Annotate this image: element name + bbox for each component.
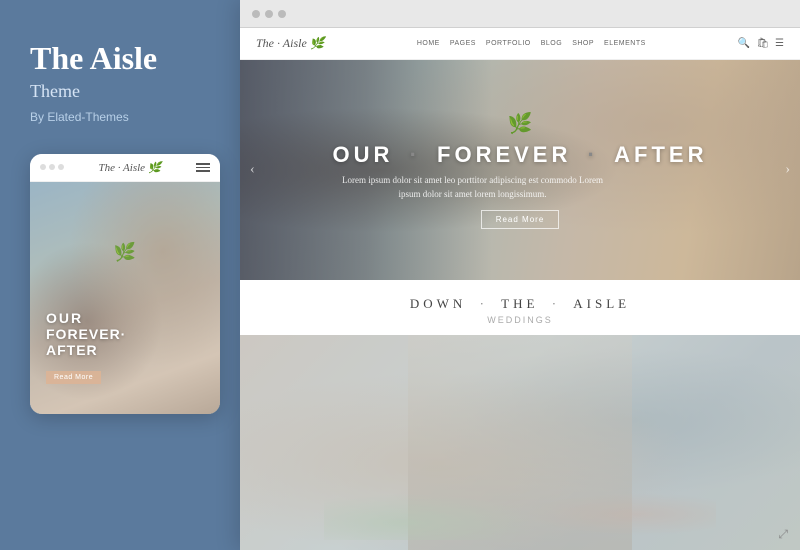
next-arrow-icon[interactable]: › xyxy=(785,162,790,178)
desktop-dots xyxy=(252,10,286,18)
nav-link-home[interactable]: HOME xyxy=(417,40,440,47)
desktop-dot-3 xyxy=(278,10,286,18)
hero-line-2: FOREVER· xyxy=(46,326,220,342)
mobile-logo: The · Aisle 🌿 xyxy=(99,161,162,174)
desktop-nav-links: HOME PAGES PORTFOLIO BLOG SHOP ELEMENTS xyxy=(417,40,646,47)
desktop-nav-icons: 🔍 🛍 ☰ xyxy=(738,38,784,49)
nav-link-pages[interactable]: PAGES xyxy=(450,40,476,47)
desktop-section-header: DOWN · THE · AISLE Weddings xyxy=(240,280,800,335)
desktop-hero: ‹ 🌿 OUR · FOREVER · AFTER Lorem ipsum do… xyxy=(240,60,800,280)
hero-line-3: AFTER xyxy=(46,342,220,358)
menu-line xyxy=(196,167,210,169)
menu-icon[interactable]: ☰ xyxy=(775,38,784,49)
section-title-aisle: AISLE xyxy=(573,296,630,311)
subtitle-text: Theme xyxy=(30,81,210,102)
mobile-read-more-button[interactable]: Read More xyxy=(46,371,101,384)
leaf-icon: 🌿 xyxy=(114,242,136,263)
desktop-hero-title: OUR · FOREVER · AFTER xyxy=(333,142,708,168)
section-title-the: THE xyxy=(501,296,538,311)
gallery-flowers xyxy=(324,454,716,540)
hero-title-forever: FOREVER xyxy=(437,142,571,167)
dot-1 xyxy=(40,164,46,170)
hero-line-1: OUR xyxy=(46,310,220,326)
search-icon[interactable]: 🔍 xyxy=(738,38,750,49)
section-subtitle: Weddings xyxy=(260,315,780,325)
dot-2 xyxy=(49,164,55,170)
left-panel: The Aisle Theme By Elated-Themes The · A… xyxy=(0,0,240,550)
section-dot-2: · xyxy=(552,296,568,311)
menu-line xyxy=(196,163,210,165)
expand-icon[interactable]: ⤢ xyxy=(778,527,788,542)
desktop-nav-logo: The · Aisle 🌿 xyxy=(256,36,325,51)
prev-arrow-icon[interactable]: ‹ xyxy=(250,162,255,178)
nav-link-shop[interactable]: SHOP xyxy=(572,40,594,47)
desktop-dot-2 xyxy=(265,10,273,18)
right-panel: The · Aisle 🌿 HOME PAGES PORTFOLIO BLOG … xyxy=(240,0,800,550)
desktop-hero-content: 🌿 OUR · FOREVER · AFTER Lorem ipsum dolo… xyxy=(333,111,708,229)
cart-icon[interactable]: 🛍 xyxy=(756,38,769,49)
desktop-site: The · Aisle 🌿 HOME PAGES PORTFOLIO BLOG … xyxy=(240,28,800,550)
desktop-hero-subtitle: Lorem ipsum dolor sit amet leo porttitor… xyxy=(333,174,613,201)
hero-title-after: AFTER xyxy=(614,142,707,167)
hamburger-icon xyxy=(196,163,210,172)
desktop-read-more-button[interactable]: Read More xyxy=(481,210,560,229)
hero-dot-1: · xyxy=(410,142,421,167)
hero-title-our: OUR xyxy=(333,142,394,167)
desktop-dot-1 xyxy=(252,10,260,18)
desktop-gallery: ⤢ xyxy=(240,335,800,550)
hero-dot-2: · xyxy=(588,142,599,167)
author-text: By Elated-Themes xyxy=(30,110,210,124)
section-title: DOWN · THE · AISLE xyxy=(260,296,780,312)
nav-link-elements[interactable]: ELEMENTS xyxy=(604,40,646,47)
section-title-down: DOWN xyxy=(410,296,466,311)
desktop-window-bar xyxy=(240,0,800,28)
mobile-dots xyxy=(40,164,64,170)
nav-link-blog[interactable]: BLOG xyxy=(541,40,562,47)
hero-leaf-icon: 🌿 xyxy=(333,111,708,136)
section-dot-1: · xyxy=(480,296,496,311)
title-text: The Aisle xyxy=(30,40,210,77)
mobile-top-bar: The · Aisle 🌿 xyxy=(30,154,220,182)
menu-line xyxy=(196,170,210,172)
dot-3 xyxy=(58,164,64,170)
desktop-nav: The · Aisle 🌿 HOME PAGES PORTFOLIO BLOG … xyxy=(240,28,800,60)
nav-link-portfolio[interactable]: PORTFOLIO xyxy=(486,40,531,47)
theme-title: The Aisle Theme By Elated-Themes xyxy=(30,40,210,154)
mobile-mockup: The · Aisle 🌿 🌿 OUR FOREVER· AFTER Read … xyxy=(30,154,220,414)
mobile-hero-text: OUR FOREVER· AFTER Read More xyxy=(30,310,220,384)
mobile-hero: 🌿 OUR FOREVER· AFTER Read More xyxy=(30,182,220,414)
